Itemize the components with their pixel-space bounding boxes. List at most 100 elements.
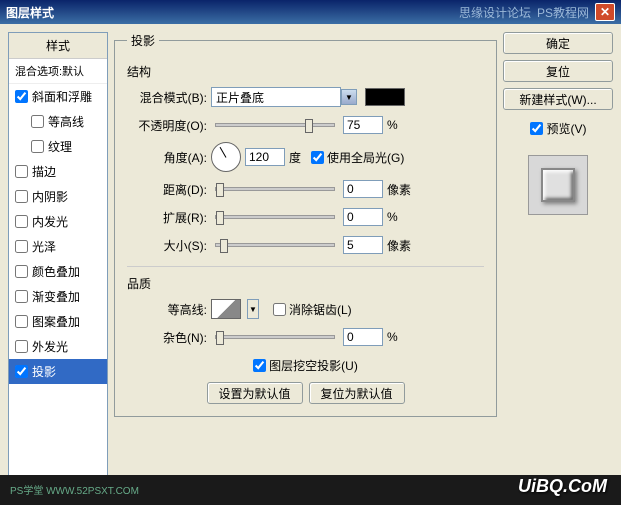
opacity-input[interactable] (343, 116, 383, 134)
spread-input[interactable] (343, 208, 383, 226)
style-item-label: 内发光 (32, 213, 68, 230)
size-input[interactable] (343, 236, 383, 254)
style-item-5[interactable]: 内发光 (9, 209, 107, 234)
opacity-slider[interactable] (215, 123, 335, 127)
style-item-checkbox[interactable] (31, 115, 44, 128)
quality-group: 品质 等高线: ▼ 消除锯齿(L) 杂色(N): % (127, 266, 484, 348)
titlebar-right: 思缘设计论坛 PS教程网 ✕ (459, 3, 615, 21)
style-item-9[interactable]: 图案叠加 (9, 309, 107, 334)
spread-label: 扩展(R): (127, 209, 207, 226)
structure-group: 结构 混合模式(B): 正片叠底 ▼ 不透明度(O): % 角度( (127, 63, 484, 256)
style-item-label: 图案叠加 (32, 313, 80, 330)
reset-default-button[interactable]: 复位为默认值 (309, 382, 405, 404)
knockout-checkbox[interactable]: 图层挖空投影(U) (253, 357, 358, 374)
global-light-checkbox[interactable]: 使用全局光(G) (311, 149, 404, 166)
style-list: 样式 混合选项:默认 斜面和浮雕等高线纹理描边内阴影内发光光泽颜色叠加渐变叠加图… (8, 32, 108, 497)
ok-button[interactable]: 确定 (503, 32, 613, 54)
style-item-label: 纹理 (48, 138, 72, 155)
style-item-checkbox[interactable] (15, 290, 28, 303)
size-label: 大小(S): (127, 237, 207, 254)
contour-swatch[interactable] (211, 299, 241, 319)
antialias-checkbox[interactable]: 消除锯齿(L) (273, 301, 352, 318)
style-item-4[interactable]: 内阴影 (9, 184, 107, 209)
style-item-10[interactable]: 外发光 (9, 334, 107, 359)
titlebar: 图层样式 思缘设计论坛 PS教程网 ✕ (0, 0, 621, 24)
new-style-button[interactable]: 新建样式(W)... (503, 88, 613, 110)
shadow-group: 投影 结构 混合模式(B): 正片叠底 ▼ 不透明度(O): % (114, 32, 497, 417)
shadow-color-swatch[interactable] (365, 88, 405, 106)
style-item-3[interactable]: 描边 (9, 159, 107, 184)
noise-label: 杂色(N): (127, 329, 207, 346)
noise-unit: % (387, 330, 417, 344)
angle-dial[interactable] (211, 142, 241, 172)
noise-input[interactable] (343, 328, 383, 346)
style-item-label: 投影 (32, 363, 56, 380)
style-item-label: 光泽 (32, 238, 56, 255)
preview-box (528, 155, 588, 215)
style-item-checkbox[interactable] (15, 265, 28, 278)
opacity-label: 不透明度(O): (127, 117, 207, 134)
style-item-8[interactable]: 渐变叠加 (9, 284, 107, 309)
blend-mode-label: 混合模式(B): (127, 89, 207, 106)
antialias-input[interactable] (273, 303, 286, 316)
style-item-0[interactable]: 斜面和浮雕 (9, 84, 107, 109)
angle-input[interactable] (245, 148, 285, 166)
reset-button[interactable]: 复位 (503, 60, 613, 82)
blend-mode-value: 正片叠底 (216, 89, 264, 106)
style-item-11[interactable]: 投影 (9, 359, 107, 384)
style-item-checkbox[interactable] (15, 240, 28, 253)
preview-checkbox[interactable]: 预览(V) (503, 120, 613, 137)
knockout-input[interactable] (253, 359, 266, 372)
center-panel: 投影 结构 混合模式(B): 正片叠底 ▼ 不透明度(O): % (114, 32, 497, 497)
style-item-7[interactable]: 颜色叠加 (9, 259, 107, 284)
right-panel: 确定 复位 新建样式(W)... 预览(V) (503, 32, 613, 497)
contour-label: 等高线: (127, 301, 207, 318)
spread-slider[interactable] (215, 215, 335, 219)
preview-thumbnail (541, 168, 575, 202)
noise-slider[interactable] (215, 335, 335, 339)
style-item-label: 外发光 (32, 338, 68, 355)
footer-watermark: PS学堂 WWW.52PSXT.COM (10, 482, 139, 497)
antialias-label: 消除锯齿(L) (289, 301, 352, 318)
angle-unit: 度 (289, 149, 301, 166)
preview-label: 预览(V) (547, 120, 587, 137)
knockout-label: 图层挖空投影(U) (269, 357, 358, 374)
style-list-header[interactable]: 样式 (9, 33, 107, 59)
style-item-6[interactable]: 光泽 (9, 234, 107, 259)
style-item-checkbox[interactable] (15, 190, 28, 203)
chevron-down-icon[interactable]: ▼ (341, 89, 357, 105)
watermark-text-1: 思缘设计论坛 (459, 4, 531, 21)
structure-title: 结构 (127, 63, 484, 80)
global-light-input[interactable] (311, 151, 324, 164)
close-button[interactable]: ✕ (595, 3, 615, 21)
spread-unit: % (387, 210, 417, 224)
style-item-label: 等高线 (48, 113, 84, 130)
style-item-checkbox[interactable] (15, 315, 28, 328)
preview-input[interactable] (530, 122, 543, 135)
size-slider[interactable] (215, 243, 335, 247)
set-default-button[interactable]: 设置为默认值 (207, 382, 303, 404)
style-item-label: 斜面和浮雕 (32, 88, 92, 105)
angle-label: 角度(A): (127, 149, 207, 166)
style-item-label: 颜色叠加 (32, 263, 80, 280)
window-title: 图层样式 (6, 4, 54, 21)
distance-unit: 像素 (387, 181, 417, 198)
distance-input[interactable] (343, 180, 383, 198)
style-item-2[interactable]: 纹理 (9, 134, 107, 159)
style-item-checkbox[interactable] (15, 90, 28, 103)
style-item-checkbox[interactable] (31, 140, 44, 153)
distance-slider[interactable] (215, 187, 335, 191)
opacity-unit: % (387, 118, 417, 132)
style-item-checkbox[interactable] (15, 215, 28, 228)
contour-dropdown-arrow[interactable]: ▼ (247, 299, 259, 319)
style-item-checkbox[interactable] (15, 165, 28, 178)
main-area: 样式 混合选项:默认 斜面和浮雕等高线纹理描边内阴影内发光光泽颜色叠加渐变叠加图… (0, 24, 621, 505)
style-item-label: 描边 (32, 163, 56, 180)
global-light-label: 使用全局光(G) (327, 149, 404, 166)
shadow-legend: 投影 (127, 32, 159, 49)
style-item-checkbox[interactable] (15, 365, 28, 378)
blend-mode-dropdown[interactable]: 正片叠底 ▼ (211, 87, 357, 107)
style-item-1[interactable]: 等高线 (9, 109, 107, 134)
style-item-checkbox[interactable] (15, 340, 28, 353)
blend-options-default[interactable]: 混合选项:默认 (9, 59, 107, 84)
